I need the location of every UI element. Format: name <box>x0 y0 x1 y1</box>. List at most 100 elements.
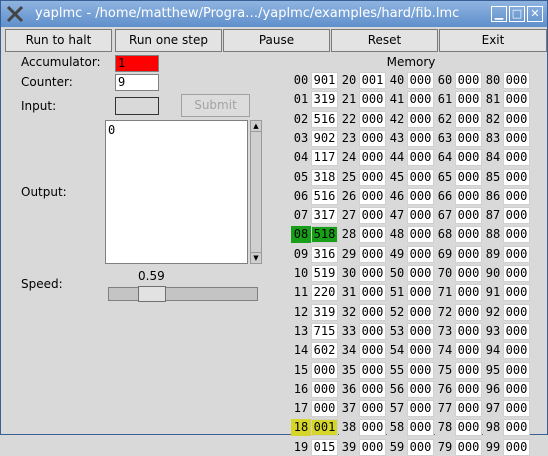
memory-cell: 000 <box>455 149 482 167</box>
speed-slider[interactable] <box>108 287 258 301</box>
memory-cell: 000 <box>311 400 338 418</box>
memory-address: 12 <box>291 303 311 321</box>
memory-address: 02 <box>291 110 311 128</box>
memory-cell: 000 <box>407 322 434 340</box>
memory-cell: 000 <box>455 361 482 379</box>
memory-cell: 000 <box>503 226 530 244</box>
memory-cell: 000 <box>455 168 482 186</box>
app-icon <box>6 5 24 23</box>
memory-cell: 000 <box>359 245 386 263</box>
scroll-down-icon[interactable]: ▼ <box>251 252 261 263</box>
memory-cell: 000 <box>503 303 530 321</box>
memory-cell: 000 <box>407 303 434 321</box>
memory-address: 88 <box>483 226 503 244</box>
memory-cell: 519 <box>311 265 338 282</box>
memory-cell: 000 <box>503 400 530 418</box>
memory-cell: 000 <box>407 342 434 360</box>
maximize-icon[interactable]: □ <box>509 6 525 22</box>
memory-address: 94 <box>483 342 503 360</box>
pause-button[interactable]: Pause <box>223 29 330 52</box>
memory-cell: 516 <box>311 110 338 128</box>
memory-address: 98 <box>483 419 503 437</box>
memory-address: 30 <box>339 265 359 282</box>
memory-address: 21 <box>339 91 359 109</box>
memory-address: 64 <box>435 149 455 167</box>
memory-address: 07 <box>291 207 311 225</box>
memory-cell: 000 <box>407 110 434 128</box>
memory-cell: 000 <box>407 245 434 263</box>
memory-address: 03 <box>291 129 311 147</box>
memory-cell: 001 <box>311 419 338 437</box>
speed-slider-thumb[interactable] <box>138 286 166 302</box>
memory-address: 31 <box>339 284 359 302</box>
close-icon[interactable]: ✕ <box>527 6 543 22</box>
input-field[interactable] <box>115 97 159 115</box>
memory-address: 13 <box>291 322 311 340</box>
memory-address: 69 <box>435 245 455 263</box>
scroll-up-icon[interactable]: ▲ <box>251 121 261 132</box>
memory-cell: 000 <box>359 91 386 109</box>
memory-address: 01 <box>291 91 311 109</box>
memory-cell: 000 <box>455 72 482 89</box>
exit-button[interactable]: Exit <box>439 29 547 52</box>
app-window: yaplmc - /home/matthew/Progra…/yaplmc/ex… <box>0 0 548 456</box>
memory-cell: 000 <box>359 207 386 225</box>
memory-address: 08 <box>291 226 311 244</box>
memory-address: 99 <box>483 438 503 456</box>
memory-cell: 000 <box>503 207 530 225</box>
accumulator-label: Accumulator: <box>21 55 101 69</box>
output-scrollbar[interactable]: ▲ ▼ <box>250 120 262 264</box>
memory-cell: 000 <box>359 342 386 360</box>
memory-cell: 000 <box>407 361 434 379</box>
memory-address: 28 <box>339 226 359 244</box>
memory-cell: 000 <box>503 110 530 128</box>
memory-cell: 000 <box>503 284 530 302</box>
memory-address: 68 <box>435 226 455 244</box>
memory-address: 48 <box>387 226 407 244</box>
memory-cell: 000 <box>455 400 482 418</box>
memory-cell: 000 <box>455 187 482 205</box>
memory-address: 42 <box>387 110 407 128</box>
memory-cell: 000 <box>503 187 530 205</box>
memory-cell: 000 <box>503 149 530 167</box>
title-bar[interactable]: yaplmc - /home/matthew/Progra…/yaplmc/ex… <box>1 1 547 27</box>
memory-address: 84 <box>483 149 503 167</box>
memory-address: 15 <box>291 361 311 379</box>
memory-address: 60 <box>435 72 455 89</box>
memory-address: 54 <box>387 342 407 360</box>
memory-address: 17 <box>291 400 311 418</box>
memory-address: 23 <box>339 129 359 147</box>
run-to-halt-button[interactable]: Run to halt <box>5 29 112 52</box>
memory-cell: 000 <box>455 322 482 340</box>
memory-cell: 602 <box>311 342 338 360</box>
input-label: Input: <box>21 99 57 113</box>
memory-address: 62 <box>435 110 455 128</box>
memory-cell: 000 <box>359 168 386 186</box>
memory-title: Memory <box>386 55 436 69</box>
memory-cell: 000 <box>503 322 530 340</box>
memory-cell: 319 <box>311 303 338 321</box>
speed-value: 0.59 <box>138 269 165 283</box>
memory-address: 93 <box>483 322 503 340</box>
memory-address: 55 <box>387 361 407 379</box>
memory-address: 06 <box>291 187 311 205</box>
memory-cell: 000 <box>503 265 530 282</box>
speed-label: Speed: <box>21 277 63 291</box>
memory-cell: 000 <box>359 380 386 398</box>
run-one-step-button[interactable]: Run one step <box>115 29 222 52</box>
memory-address: 91 <box>483 284 503 302</box>
memory-address: 83 <box>483 129 503 147</box>
memory-cell: 000 <box>455 91 482 109</box>
memory-address: 04 <box>291 149 311 167</box>
memory-address: 79 <box>435 438 455 456</box>
memory-address: 70 <box>435 265 455 282</box>
memory-cell: 000 <box>503 168 530 186</box>
minimize-icon[interactable]: ▁ <box>491 6 507 22</box>
submit-button[interactable]: Submit <box>181 94 250 117</box>
memory-cell: 000 <box>359 322 386 340</box>
memory-cell: 000 <box>359 265 386 282</box>
memory-cell: 000 <box>407 72 434 89</box>
reset-button[interactable]: Reset <box>331 29 438 52</box>
memory-address: 09 <box>291 245 311 263</box>
memory-cell: 000 <box>359 438 386 456</box>
